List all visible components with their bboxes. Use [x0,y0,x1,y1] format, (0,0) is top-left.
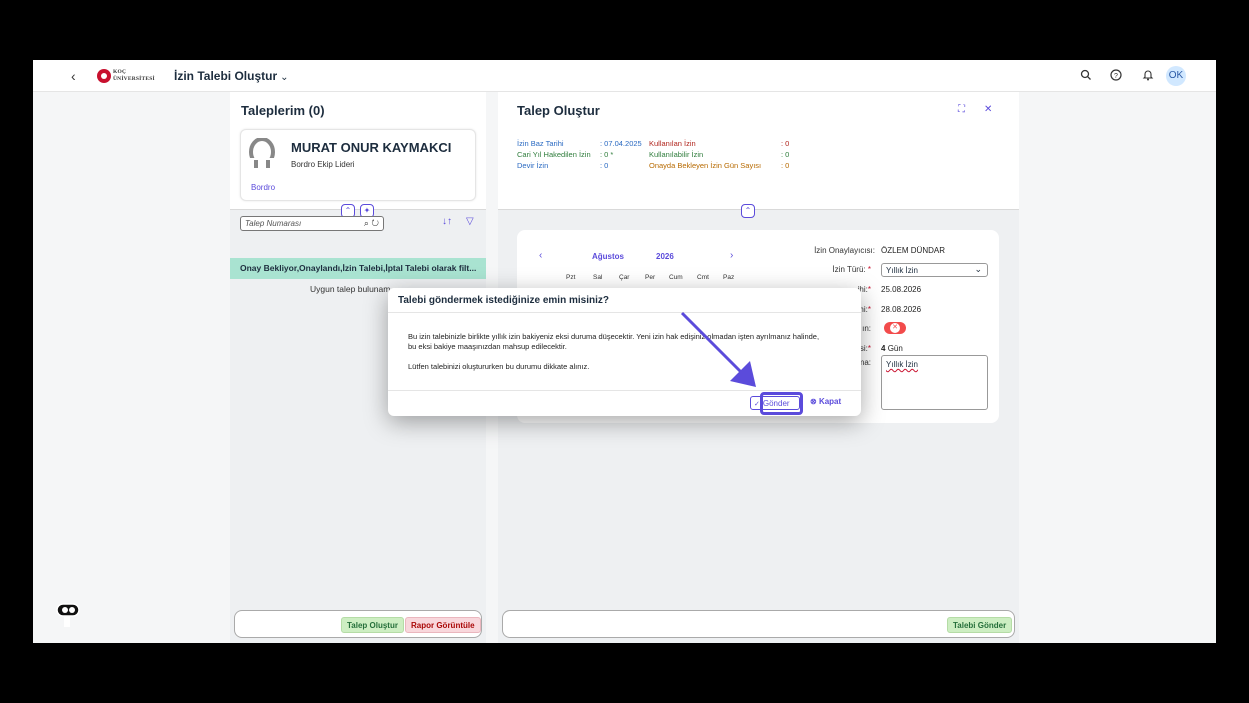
assistant-bot-icon[interactable] [53,600,83,628]
pointer-arrow-icon [680,311,756,387]
dialog-note: Lütfen talebinizi oluştururken bu durumu… [408,362,590,371]
close-circle-icon: ⊗ [810,397,817,406]
check-icon: ✓ [754,401,760,408]
dialog-title: Talebi göndermek istediğinize emin misin… [398,295,609,306]
app-window: ‹ KOÇ ÜNİVERSİTESİ İzin Talebi Oluştur ⌄ … [33,60,1216,643]
send-button-highlight [760,392,803,415]
close-button[interactable]: ⊗ Kapat [810,397,841,406]
dialog-message: Bu izin talebinizle birlikte yıllık izin… [408,332,820,351]
